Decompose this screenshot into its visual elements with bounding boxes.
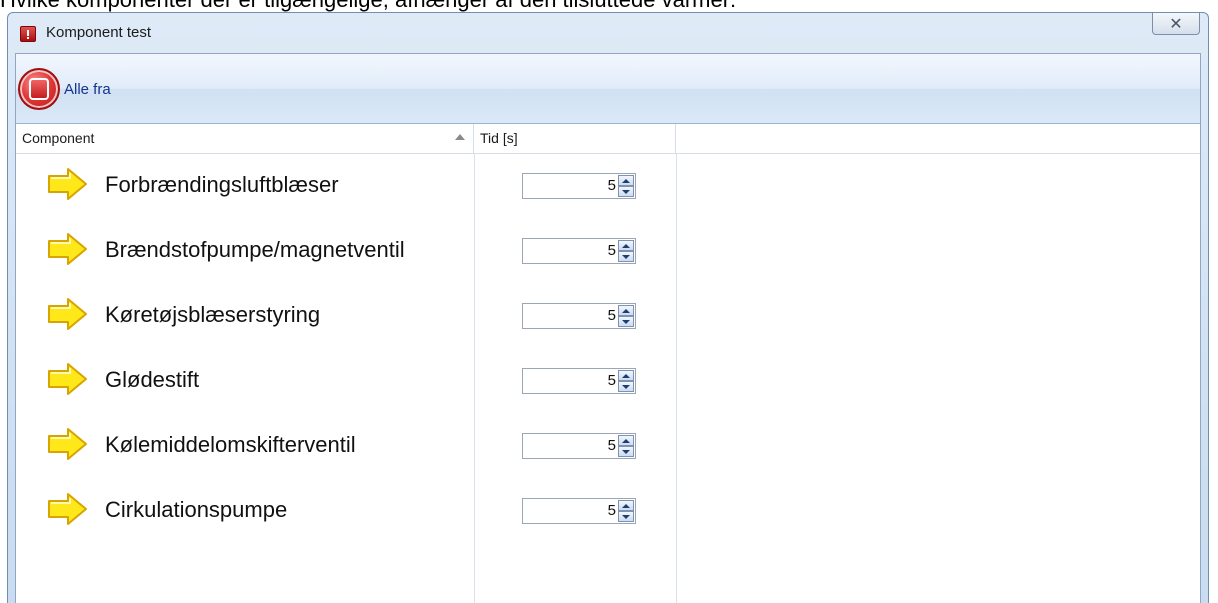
table-row[interactable]: Køretøjsblæserstyring 5 [16,296,676,361]
page-caption: Hvilke komponenter der er tilgængelige, … [0,0,1218,12]
spin-up-button[interactable] [618,435,634,446]
table-row[interactable]: Glødestift 5 [16,361,676,426]
spin-down-button[interactable] [618,446,634,457]
spin-up-button[interactable] [618,305,634,316]
time-spinner[interactable]: 5 [522,498,636,524]
spin-down-button[interactable] [618,381,634,392]
time-spinner[interactable]: 5 [522,433,636,459]
close-button[interactable]: ✕ [1152,13,1200,35]
table-row[interactable]: Brændstofpumpe/magnetventil 5 [16,231,676,296]
table-header: Component Tid [s] [16,124,1200,154]
component-name: Kølemiddelomskifterventil [105,432,356,457]
all-off-button[interactable]: Alle fra [18,67,111,111]
component-name: Brændstofpumpe/magnetventil [105,237,405,262]
arrow-right-icon [48,428,87,460]
column-header-time[interactable]: Tid [s] [474,124,676,154]
arrow-right-icon [48,493,87,525]
window-title: Komponent test [46,24,152,41]
spin-down-button[interactable] [618,316,634,327]
close-icon: ✕ [1169,13,1183,33]
spin-up-button[interactable] [618,240,634,251]
title-bar: Komponent test ✕ [8,13,1208,53]
spin-up-button[interactable] [618,370,634,381]
spin-up-button[interactable] [618,175,634,186]
time-spinner[interactable]: 5 [522,368,636,394]
time-value: 5 [607,437,616,454]
sort-ascending-icon [455,134,465,140]
time-value: 5 [607,372,616,389]
arrow-right-icon [48,233,87,265]
spin-down-button[interactable] [618,511,634,522]
stop-icon [18,68,60,110]
time-value: 5 [607,307,616,324]
column-header-time-label: Tid [s] [480,130,518,146]
time-spinner[interactable]: 5 [522,303,636,329]
column-header-component-label: Component [22,130,95,146]
spin-down-button[interactable] [618,251,634,262]
arrow-right-icon [48,298,87,330]
component-name: Glødestift [105,367,200,392]
time-spinner[interactable]: 5 [522,238,636,264]
arrow-right-icon [48,363,87,395]
app-warning-icon [20,26,36,42]
time-value: 5 [607,242,616,259]
toolbar: Alle fra [16,54,1200,124]
content-panel: Alle fra Component Tid [s] Forbrændingsl… [15,53,1201,603]
time-value: 5 [607,502,616,519]
table-row[interactable]: Kølemiddelomskifterventil 5 [16,426,676,491]
time-value: 5 [607,177,616,194]
spin-down-button[interactable] [618,186,634,197]
column-divider [676,154,677,603]
component-test-window: Komponent test ✕ Alle fra Component Tid … [7,12,1209,603]
arrow-right-icon [48,168,87,200]
table-row[interactable]: Forbrændingsluftblæser 5 [16,166,676,231]
time-spinner[interactable]: 5 [522,173,636,199]
component-name: Køretøjsblæserstyring [105,302,321,327]
spin-up-button[interactable] [618,500,634,511]
all-off-label: Alle fra [64,80,111,98]
component-name: Cirkulationspumpe [105,497,288,522]
component-name: Forbrændingsluftblæser [105,172,339,197]
table-row[interactable]: Cirkulationspumpe 5 [16,491,676,556]
column-header-component[interactable]: Component [16,124,474,154]
